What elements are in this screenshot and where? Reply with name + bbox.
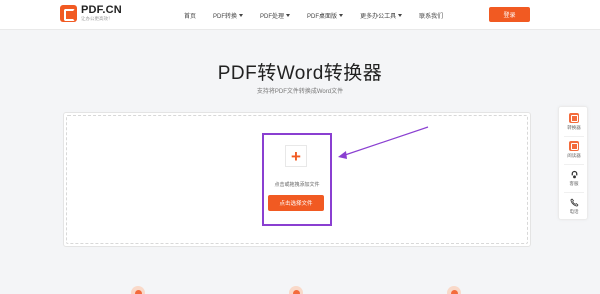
customer-service-icon <box>569 169 579 179</box>
sidebar-item-phone[interactable]: 电话 <box>559 192 589 220</box>
nav-pdf-desktop[interactable]: PDF桌面版 <box>307 11 344 20</box>
logo-icon <box>60 5 77 22</box>
select-file-button[interactable]: 点击选择文件 <box>268 195 324 211</box>
phone-icon <box>569 197 579 207</box>
page-title: PDF转Word转换器 <box>217 63 383 84</box>
feature-icon <box>447 286 461 294</box>
converter-icon <box>569 113 579 123</box>
page-subtitle: 支持将PDF文件转换成Word文件 <box>256 89 344 95</box>
logo-name: PDF.CN <box>81 4 122 17</box>
caret-down-icon <box>398 13 403 17</box>
nav-pdf-convert[interactable]: PDF转换 <box>213 11 244 20</box>
login-button[interactable]: 登录 <box>489 7 530 22</box>
add-file-button[interactable]: + <box>285 145 307 167</box>
floating-sidebar: 转换器 阅读器 客服 电话 <box>558 106 588 220</box>
feature-icon <box>289 286 303 294</box>
plus-icon: + <box>291 146 301 166</box>
reader-icon <box>569 141 579 151</box>
main-nav: 首页 PDF转换 PDF处理 PDF桌面版 更多办公工具 联系我们 <box>184 0 460 30</box>
nav-contact[interactable]: 联系我们 <box>419 11 443 20</box>
nav-home[interactable]: 首页 <box>184 11 196 20</box>
sidebar-item-service[interactable]: 客服 <box>559 164 589 192</box>
site-logo[interactable]: PDF.CN 让办公更高效！ <box>60 5 122 22</box>
caret-down-icon <box>239 13 244 17</box>
nav-more-tools[interactable]: 更多办公工具 <box>360 11 403 20</box>
top-header: PDF.CN 让办公更高效！ 首页 PDF转换 PDF处理 PDF桌面版 更多办… <box>0 0 600 30</box>
sidebar-item-converter[interactable]: 转换器 <box>559 108 589 136</box>
logo-slogan: 让办公更高效！ <box>81 16 113 22</box>
caret-down-icon <box>286 13 291 17</box>
feature-icon <box>131 286 145 294</box>
nav-pdf-process[interactable]: PDF处理 <box>260 11 291 20</box>
caret-down-icon <box>339 13 344 17</box>
drop-hint-text: 点击或拖拽添加文件 <box>274 182 320 188</box>
sidebar-item-reader[interactable]: 阅读器 <box>559 136 589 164</box>
